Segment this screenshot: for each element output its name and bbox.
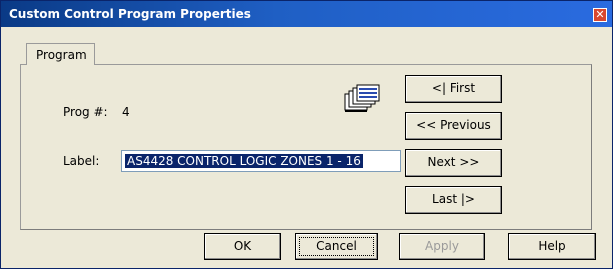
dialog-window: Custom Control Program Properties ✕ Prog… <box>0 0 613 269</box>
prog-number-value: 4 <box>122 105 130 119</box>
program-stack-icon <box>344 84 380 112</box>
previous-button[interactable]: << Previous <box>405 112 502 140</box>
apply-button-label: Apply <box>425 239 459 253</box>
tab-program[interactable]: Program <box>26 43 95 65</box>
label-input-value: AS4428 CONTROL LOGIC ZONES 1 - 16 <box>125 154 363 168</box>
apply-button[interactable]: Apply <box>399 233 485 260</box>
help-button-label: Help <box>538 239 566 253</box>
ok-button[interactable]: OK <box>204 233 281 260</box>
next-button-label: Next >> <box>427 155 480 169</box>
previous-button-label: << Previous <box>416 118 491 132</box>
help-button[interactable]: Help <box>508 233 596 260</box>
prog-number-label: Prog #: <box>63 105 108 119</box>
close-icon[interactable]: ✕ <box>593 8 607 22</box>
program-panel <box>20 64 592 230</box>
cancel-button-label: Cancel <box>316 239 357 253</box>
label-input[interactable]: AS4428 CONTROL LOGIC ZONES 1 - 16 <box>121 150 401 172</box>
title-bar[interactable]: Custom Control Program Properties ✕ <box>1 1 612 27</box>
next-button[interactable]: Next >> <box>405 149 502 177</box>
cancel-button[interactable]: Cancel <box>295 233 378 260</box>
first-button-label: <| First <box>431 81 476 95</box>
ok-button-label: OK <box>233 239 252 253</box>
last-button-label: Last |> <box>432 192 475 206</box>
window-title: Custom Control Program Properties <box>9 7 251 21</box>
first-button[interactable]: <| First <box>405 75 502 103</box>
label-field-label: Label: <box>63 154 100 168</box>
tab-program-label: Program <box>36 48 87 62</box>
last-button[interactable]: Last |> <box>405 186 502 214</box>
